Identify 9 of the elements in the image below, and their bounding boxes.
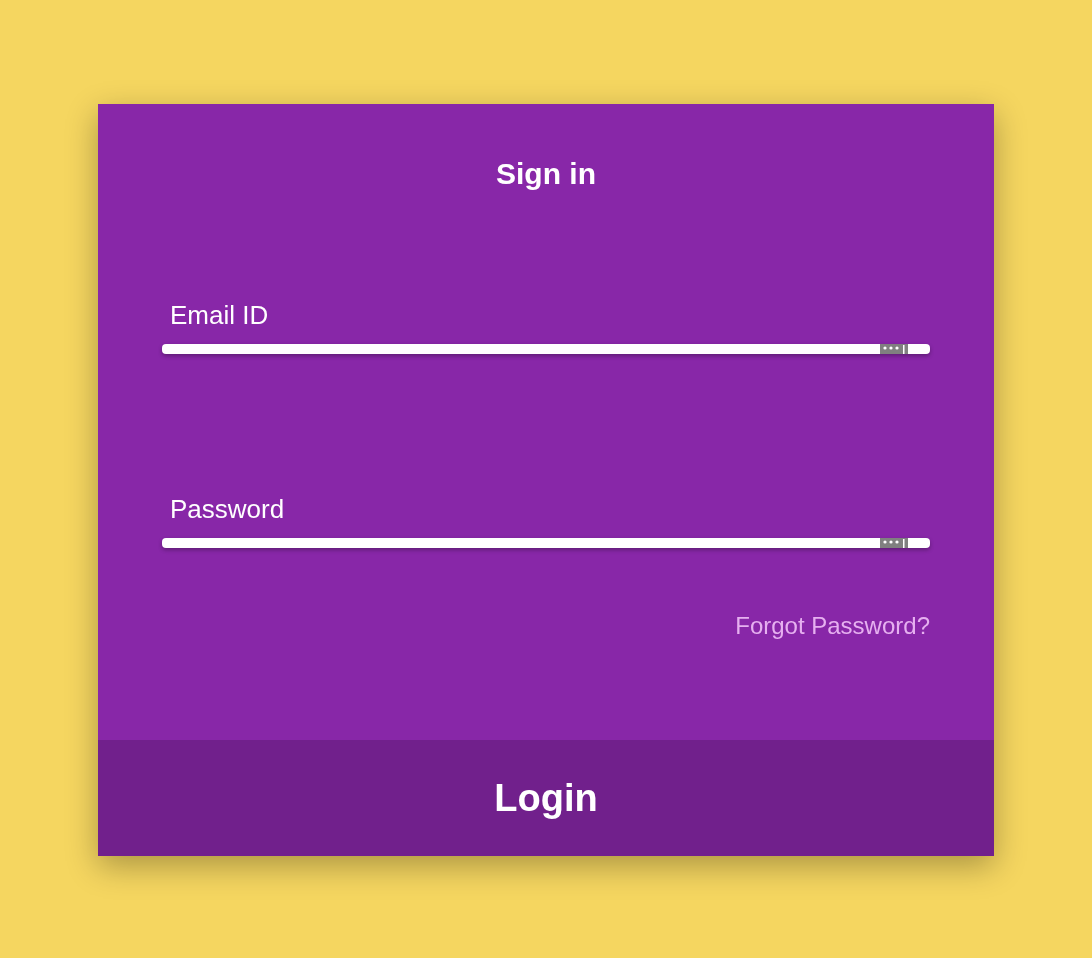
- input-field[interactable]: [162, 344, 930, 354]
- login-button[interactable]: Login: [98, 740, 994, 856]
- dots-icon[interactable]: [880, 538, 908, 548]
- field-label: Password: [169, 494, 285, 524]
- dots-icon[interactable]: [880, 344, 908, 354]
- forgot-password-link[interactable]: Forgot Password?: [735, 612, 930, 640]
- field-label: Email ID: [169, 300, 269, 330]
- card-title: Sign in: [496, 156, 596, 192]
- input-field[interactable]: [162, 538, 930, 548]
